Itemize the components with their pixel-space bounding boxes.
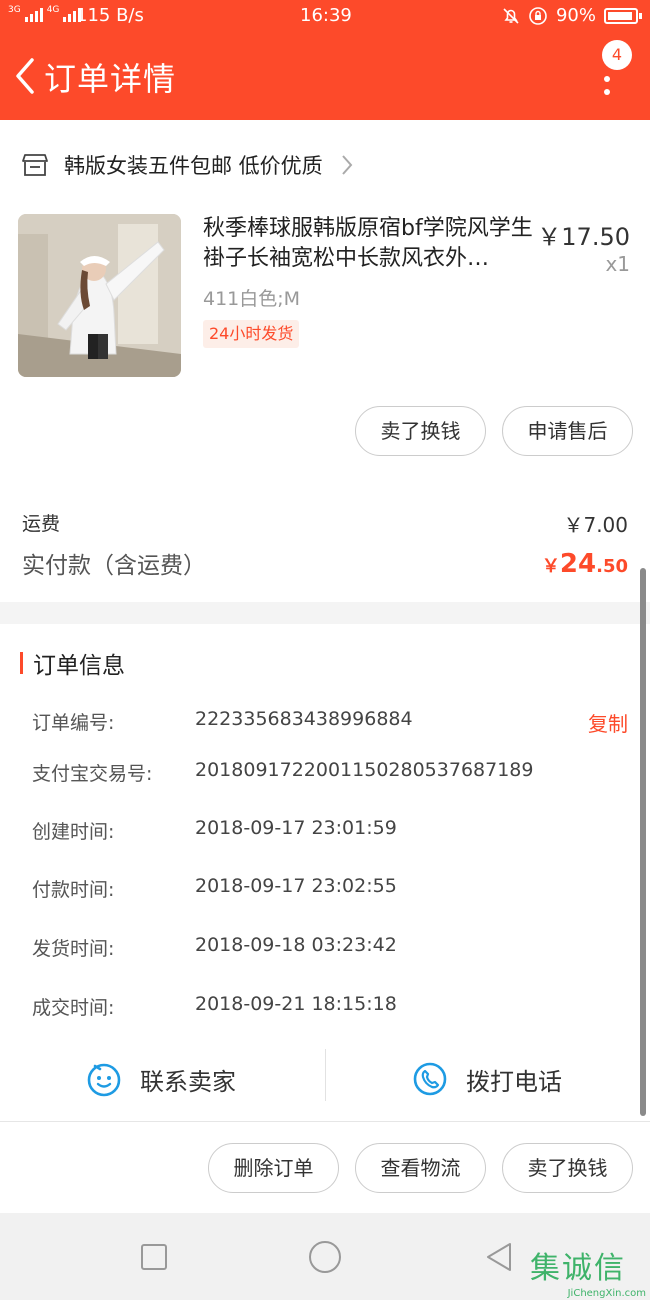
call-phone-label: 拨打电话 xyxy=(466,1067,562,1096)
signal-icon xyxy=(24,6,43,22)
back-triangle-icon[interactable] xyxy=(484,1241,514,1273)
divider xyxy=(325,1049,326,1101)
battery-icon xyxy=(604,7,642,24)
shipping-fee-label: 运费 xyxy=(22,513,61,535)
status-bar: 3G 4G 115 B/s 16:39 90% xyxy=(0,0,650,34)
info-label: 发货时间: xyxy=(32,938,115,960)
chevron-right-icon xyxy=(341,155,353,175)
battery-percent: 90% xyxy=(555,5,596,26)
info-label: 支付宝交易号: xyxy=(32,763,153,785)
order-action-bar: 删除订单 查看物流 卖了换钱 xyxy=(0,1121,650,1213)
shop-name: 韩版女装五件包邮 低价优质 xyxy=(64,154,323,178)
product-image[interactable] xyxy=(18,214,181,377)
rotation-lock-icon xyxy=(529,6,547,25)
more-menu-button[interactable]: 4 xyxy=(596,40,636,110)
shipping-tag: 24小时发货 xyxy=(203,320,300,348)
section-title: 订单信息 xyxy=(20,648,125,679)
store-icon xyxy=(22,154,48,176)
paid-time-row: 付款时间: 2018-09-17 23:02:55 xyxy=(32,875,632,905)
order-info-title: 订单信息 xyxy=(33,653,125,679)
resell-bottom-button[interactable]: 卖了换钱 xyxy=(502,1143,633,1193)
clock: 16:39 xyxy=(300,5,352,26)
info-value: 222335683438996884 xyxy=(195,708,413,730)
contact-seller-button[interactable]: 联系卖家 xyxy=(86,1049,236,1109)
section-accent-bar xyxy=(20,652,23,674)
info-label: 订单编号: xyxy=(32,712,115,734)
info-label: 成交时间: xyxy=(32,997,115,1019)
amount-paid-currency: ￥ xyxy=(541,556,560,577)
product-photo-illustration xyxy=(18,214,181,377)
signal-indicators: 3G 4G xyxy=(8,5,82,22)
amount-paid-label: 实付款（含运费） xyxy=(22,553,206,579)
sim1-label: 3G xyxy=(8,5,21,15)
info-value: 2018-09-17 23:02:55 xyxy=(195,875,397,897)
info-value: 2018-09-17 23:01:59 xyxy=(195,817,397,839)
info-value: 2018-09-21 18:15:18 xyxy=(195,993,397,1015)
completed-time-row: 成交时间: 2018-09-21 18:15:18 xyxy=(32,993,632,1023)
phone-icon xyxy=(413,1062,447,1096)
watermark-url: JiChengXin.com xyxy=(567,1288,646,1299)
amount-paid-value: ￥24.50 xyxy=(542,549,628,579)
info-value: 2018091722001150280537687189 xyxy=(195,759,534,781)
scrollbar[interactable] xyxy=(640,568,646,1116)
watermark-text: 集诚信 xyxy=(530,1251,626,1286)
page-title: 订单详情 xyxy=(44,60,177,98)
product-quantity: x1 xyxy=(605,252,630,276)
call-phone-button[interactable]: 拨打电话 xyxy=(412,1049,562,1109)
watermark: 集诚信 JiChengXin.com xyxy=(530,1243,646,1299)
back-arrow-icon[interactable] xyxy=(10,54,40,98)
info-label: 付款时间: xyxy=(32,879,115,901)
status-right: 90% xyxy=(502,5,642,26)
info-label: 创建时间: xyxy=(32,821,115,843)
contact-seller-label: 联系卖家 xyxy=(140,1067,236,1096)
amount-paid-decimal: .50 xyxy=(596,556,628,577)
product-price: ￥17.50 xyxy=(537,223,630,251)
alipay-trade-row: 支付宝交易号: 2018091722001150280537687189 xyxy=(32,759,632,789)
resell-button[interactable]: 卖了换钱 xyxy=(355,406,486,456)
delete-order-button[interactable]: 删除订单 xyxy=(208,1143,339,1193)
recent-apps-icon[interactable] xyxy=(140,1243,168,1271)
more-dots-icon xyxy=(604,76,610,82)
product-sku: 411白色;M xyxy=(203,288,301,310)
app-header: 订单详情 4 xyxy=(0,34,650,120)
shop-link[interactable]: 韩版女装五件包邮 低价优质 xyxy=(22,148,353,182)
more-dots-icon xyxy=(604,89,610,95)
shipping-fee-value: ￥7.00 xyxy=(563,513,628,537)
mute-bell-icon xyxy=(503,7,519,24)
message-count-badge: 4 xyxy=(602,40,632,70)
chat-face-icon xyxy=(87,1063,121,1097)
order-number-row: 订单编号: 222335683438996884 xyxy=(32,708,632,738)
amount-paid-integer: 24 xyxy=(559,549,597,579)
sim2-label: 4G xyxy=(46,5,60,15)
order-item-card: 韩版女装五件包邮 低价优质 秋季棒球服韩版原宿bf学院风学生褂子长袖宽松中长款风… xyxy=(0,120,650,602)
view-logistics-button[interactable]: 查看物流 xyxy=(355,1143,486,1193)
order-info-card: 订单信息 复制 订单编号: 222335683438996884 支付宝交易号:… xyxy=(0,624,650,1121)
shipped-time-row: 发货时间: 2018-09-18 03:23:42 xyxy=(32,934,632,964)
after-sales-button[interactable]: 申请售后 xyxy=(502,406,633,456)
created-time-row: 创建时间: 2018-09-17 23:01:59 xyxy=(32,817,632,847)
network-speed: 115 B/s xyxy=(76,5,144,26)
info-value: 2018-09-18 03:23:42 xyxy=(195,934,397,956)
home-icon[interactable] xyxy=(308,1240,342,1274)
product-title[interactable]: 秋季棒球服韩版原宿bf学院风学生褂子长袖宽松中长款风衣外… xyxy=(203,214,533,274)
